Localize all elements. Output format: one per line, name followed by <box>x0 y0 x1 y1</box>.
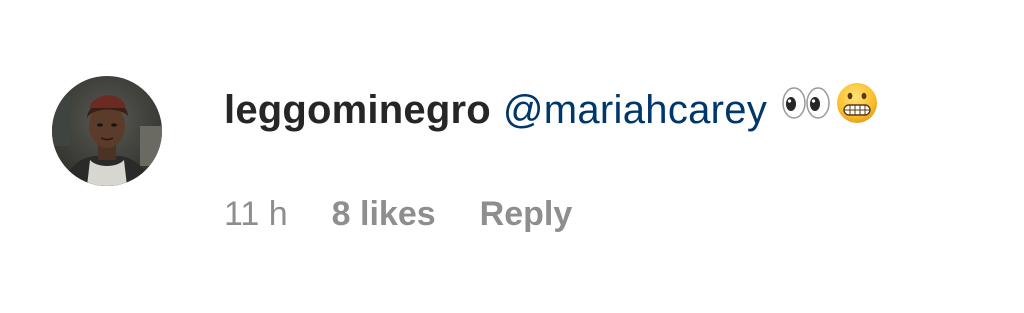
comment: leggominegro @mariahcarey 11 h 8 likes R… <box>0 0 1024 313</box>
mention-link[interactable]: @mariahcarey <box>503 82 767 138</box>
comment-meta: 11 h 8 likes Reply <box>224 192 572 236</box>
avatar[interactable] <box>52 76 162 186</box>
emoji-group <box>781 81 879 140</box>
reply-button[interactable]: Reply <box>480 192 573 236</box>
comment-text: leggominegro @mariahcarey <box>224 82 879 138</box>
grimacing-face-emoji-icon <box>835 81 879 140</box>
eyes-emoji-icon <box>781 82 833 138</box>
likes-count[interactable]: 8 likes <box>332 192 436 236</box>
username-link[interactable]: leggominegro <box>224 82 491 138</box>
timestamp[interactable]: 11 h <box>224 192 288 236</box>
profile-photo-icon <box>52 76 162 186</box>
